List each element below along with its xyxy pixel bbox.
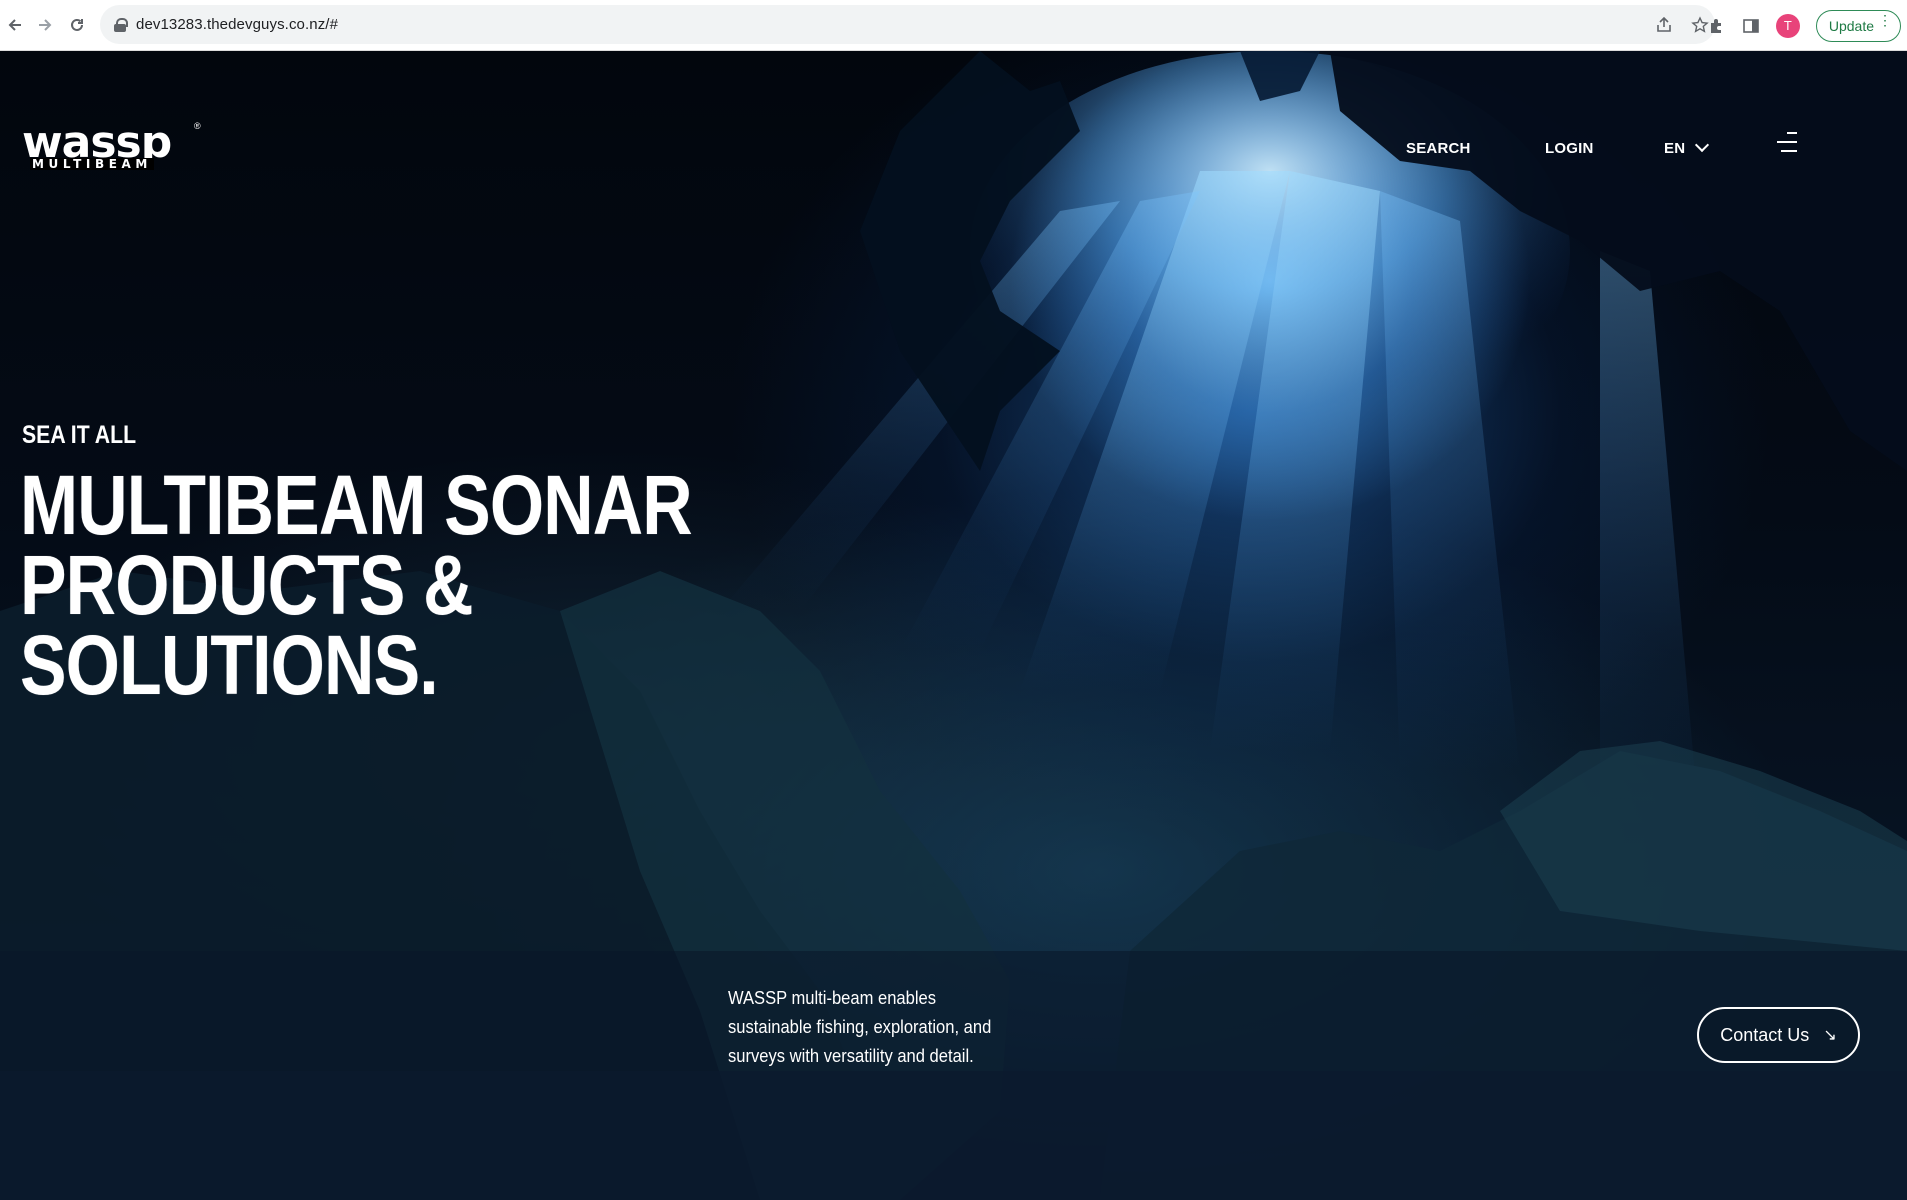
hero-kicker: SEA IT ALL xyxy=(22,421,137,449)
share-icon[interactable] xyxy=(1655,16,1673,34)
forward-button[interactable] xyxy=(30,10,60,40)
language-selector[interactable]: EN xyxy=(1664,133,1710,163)
contact-us-button[interactable]: Contact Us ↘ xyxy=(1697,1007,1860,1063)
nav-login[interactable]: LOGIN xyxy=(1545,133,1594,163)
address-bar[interactable]: dev13283.thedevguys.co.nz/# xyxy=(100,5,1715,44)
arrow-right-icon xyxy=(39,19,52,31)
arrow-down-right-icon: ↘ xyxy=(1823,1027,1837,1044)
url-text[interactable]: dev13283.thedevguys.co.nz/# xyxy=(136,16,338,33)
nav-search-link[interactable]: SEARCH xyxy=(1406,140,1471,157)
update-button[interactable]: Update ⋮ xyxy=(1815,9,1901,42)
contact-us-label: Contact Us xyxy=(1720,1024,1810,1045)
lock-icon xyxy=(114,17,128,32)
hero-headline: MULTIBEAM SONAR PRODUCTS & SOLUTIONS. xyxy=(20,458,850,712)
update-label: Update xyxy=(1828,17,1874,34)
chevron-down-icon xyxy=(1695,137,1710,153)
headline-line-2: SOLUTIONS. xyxy=(20,618,439,712)
hamburger-menu-icon[interactable] xyxy=(1775,130,1797,154)
headline-line-1: MULTIBEAM SONAR PRODUCTS & xyxy=(20,458,693,632)
nav-login-link[interactable]: LOGIN xyxy=(1545,140,1594,157)
browser-toolbar: dev13283.thedevguys.co.nz/# T Update ⋮ xyxy=(0,0,1907,51)
language-label: EN xyxy=(1664,139,1686,157)
registered-mark: ® xyxy=(194,121,201,131)
wassp-logo[interactable]: wassp MULTIBEAM ® xyxy=(22,121,202,173)
side-panel-icon[interactable] xyxy=(1742,17,1760,35)
profile-avatar[interactable]: T xyxy=(1775,13,1800,38)
reload-button[interactable] xyxy=(62,10,92,40)
hero-description: WASSP multi-beam enables sustainable fis… xyxy=(728,988,992,1066)
more-vert-icon: ⋮ xyxy=(1878,11,1892,28)
bookmark-star-icon[interactable] xyxy=(1691,15,1709,34)
extensions-puzzle-icon[interactable] xyxy=(1708,17,1726,35)
hero-section: wassp MULTIBEAM ® SEARCH LOGIN EN SEA IT… xyxy=(0,51,1907,1200)
back-button[interactable] xyxy=(0,10,30,40)
nav-search[interactable]: SEARCH xyxy=(1406,133,1471,163)
arrow-left-icon xyxy=(8,19,21,31)
logo-subtitle: MULTIBEAM xyxy=(30,157,154,171)
reload-icon xyxy=(71,18,83,31)
